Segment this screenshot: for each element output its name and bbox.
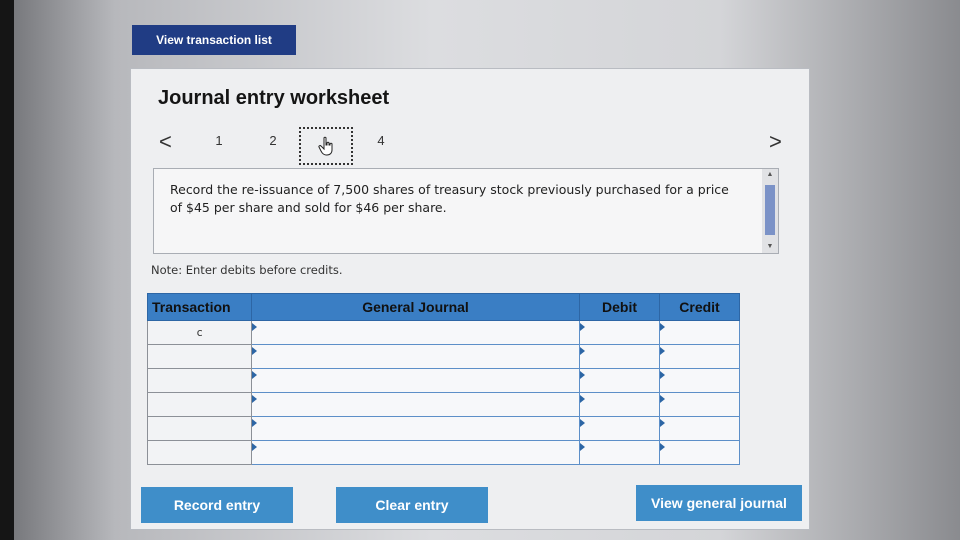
- transaction-prompt-text: Record the re-issuance of 7,500 shares o…: [170, 182, 729, 215]
- transaction-cell: [147, 392, 252, 417]
- journal-entry-table: Transaction General Journal Debit Credit…: [147, 293, 740, 465]
- transaction-cell: [147, 368, 252, 393]
- scroll-down-arrow-icon[interactable]: ▼: [762, 241, 778, 253]
- account-input[interactable]: [251, 416, 580, 441]
- table-row: [147, 368, 740, 393]
- debit-input[interactable]: [579, 416, 660, 441]
- record-entry-button[interactable]: Record entry: [141, 487, 293, 523]
- hand-pointer-icon: [318, 136, 333, 156]
- credit-input[interactable]: [659, 416, 740, 441]
- page-2-tab[interactable]: 2: [263, 133, 283, 148]
- page-3-tab-current[interactable]: [299, 127, 353, 165]
- debit-input[interactable]: [579, 320, 660, 345]
- worksheet-pager: < 1 2 4 >: [153, 127, 789, 167]
- journal-entry-worksheet-panel: Journal entry worksheet < 1 2 4 > Record…: [130, 68, 810, 530]
- scroll-up-arrow-icon[interactable]: ▲: [762, 169, 778, 181]
- credit-input[interactable]: [659, 440, 740, 465]
- header-debit: Debit: [579, 293, 660, 321]
- transaction-cell: c: [147, 320, 252, 345]
- table-row: c: [147, 320, 740, 345]
- account-input[interactable]: [251, 392, 580, 417]
- account-input[interactable]: [251, 368, 580, 393]
- header-transaction: Transaction: [147, 293, 252, 321]
- prompt-scrollbar[interactable]: ▲ ▼: [762, 169, 778, 253]
- screen-edge: [0, 0, 14, 540]
- account-input[interactable]: [251, 344, 580, 369]
- table-row: [147, 392, 740, 417]
- scroll-thumb[interactable]: [765, 185, 775, 235]
- debit-input[interactable]: [579, 344, 660, 369]
- debit-input[interactable]: [579, 440, 660, 465]
- header-general-journal: General Journal: [251, 293, 580, 321]
- next-page-button[interactable]: >: [769, 131, 782, 153]
- credit-input[interactable]: [659, 368, 740, 393]
- credit-input[interactable]: [659, 344, 740, 369]
- transaction-prompt-box: Record the re-issuance of 7,500 shares o…: [153, 168, 779, 254]
- table-row: [147, 416, 740, 441]
- credit-input[interactable]: [659, 392, 740, 417]
- table-row: [147, 344, 740, 369]
- page-1-tab[interactable]: 1: [209, 133, 229, 148]
- debit-input[interactable]: [579, 392, 660, 417]
- view-general-journal-button[interactable]: View general journal: [636, 485, 802, 521]
- header-credit: Credit: [659, 293, 740, 321]
- prev-page-button[interactable]: <: [159, 131, 172, 153]
- clear-entry-button[interactable]: Clear entry: [336, 487, 488, 523]
- account-input[interactable]: [251, 320, 580, 345]
- debits-note: Note: Enter debits before credits.: [151, 263, 343, 277]
- debit-input[interactable]: [579, 368, 660, 393]
- table-header-row: Transaction General Journal Debit Credit: [147, 293, 740, 321]
- transaction-cell: [147, 344, 252, 369]
- transaction-cell: [147, 440, 252, 465]
- credit-input[interactable]: [659, 320, 740, 345]
- view-transaction-list-button[interactable]: View transaction list: [132, 25, 296, 55]
- table-row: [147, 440, 740, 465]
- page-4-tab[interactable]: 4: [371, 133, 391, 148]
- account-input[interactable]: [251, 440, 580, 465]
- worksheet-title: Journal entry worksheet: [158, 87, 390, 109]
- transaction-cell: [147, 416, 252, 441]
